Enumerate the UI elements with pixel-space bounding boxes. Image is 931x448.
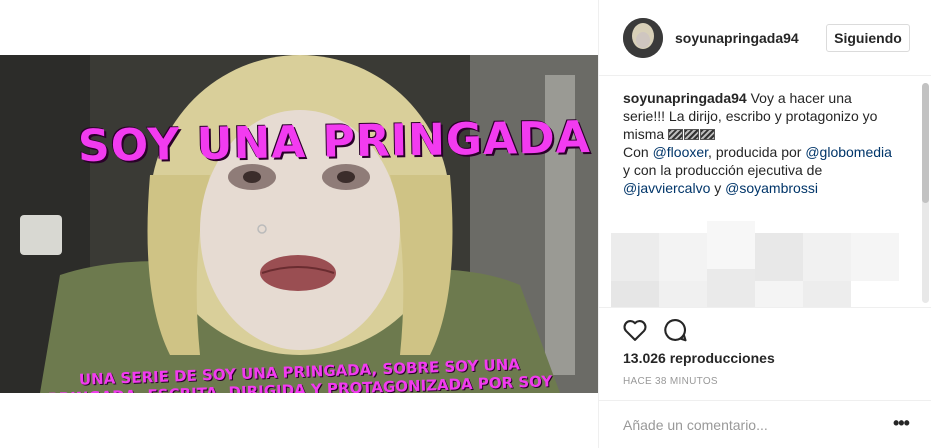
caption-text-5: y [710,180,726,196]
video-frame [0,55,598,393]
mention-javviercalvo[interactable]: @javviercalvo [623,180,710,196]
avatar[interactable] [623,18,663,58]
username-link[interactable]: soyunapringada94 [675,30,799,46]
view-count[interactable]: 13.026 reproducciones [623,350,775,366]
video-title-overlay: SOY UNA PRINGADA [77,112,592,173]
caption-text-3: , producida por [708,144,806,160]
add-comment-bar: ••• [599,400,931,448]
comments-area: soyunapringada94 Voy a hacer una serie!!… [599,77,931,307]
scrollbar-thumb[interactable] [922,83,929,203]
following-button[interactable]: Siguiendo [826,24,910,52]
clapper-icon [668,126,716,142]
mention-globomedia[interactable]: @globomedia [805,144,892,160]
caption-username[interactable]: soyunapringada94 [623,90,747,106]
post-actions: 13.026 reproducciones HACE 38 MINUTOS [599,307,931,407]
video-player[interactable]: SOY UNA PRINGADA UNA SERIE DE SOY UNA PR… [0,55,598,393]
more-options-icon[interactable]: ••• [893,413,910,434]
post-header: soyunapringada94 Siguiendo [599,0,931,76]
comment-input[interactable] [623,415,873,435]
mention-flooxer[interactable]: @flooxer [653,144,708,160]
blurred-comments [611,221,899,307]
caption-text-4: y con la producción ejecutiva de [623,162,823,178]
comments-scrollbar[interactable] [922,83,929,303]
comment-bubble-icon[interactable] [661,316,689,344]
mention-soyambrossi[interactable]: @soyambrossi [725,180,818,196]
avatar-image [623,18,663,58]
post-panel: soyunapringada94 Siguiendo soyunapringad… [598,0,931,448]
caption-text-2: Con [623,144,653,160]
post-timestamp: HACE 38 MINUTOS [623,376,718,387]
media-area: SOY UNA PRINGADA UNA SERIE DE SOY UNA PR… [0,0,598,448]
heart-icon[interactable] [621,316,649,344]
post-caption: soyunapringada94 Voy a hacer una serie!!… [623,89,893,197]
